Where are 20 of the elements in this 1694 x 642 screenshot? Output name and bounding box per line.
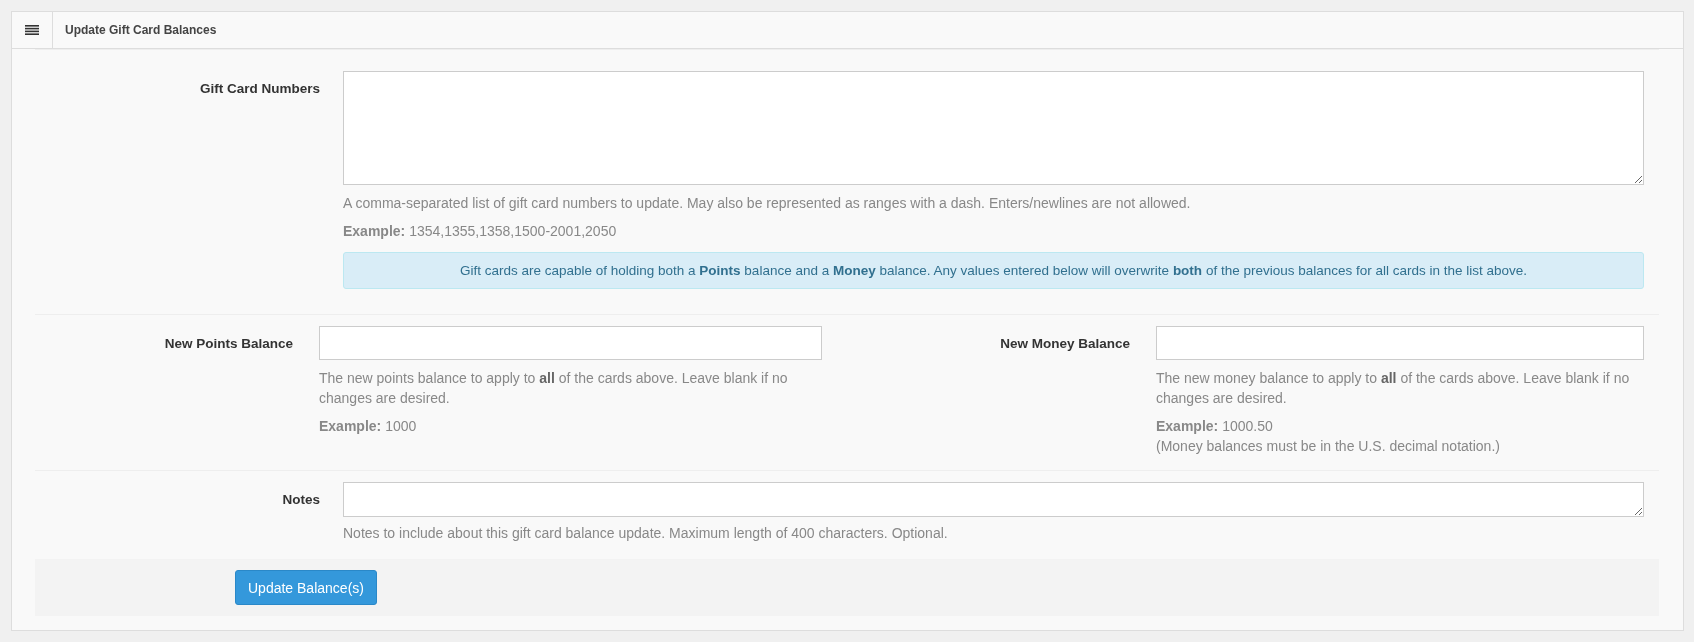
- points-balance-field[interactable]: [319, 326, 822, 360]
- update-balances-button[interactable]: Update Balance(s): [235, 570, 377, 605]
- example-text: Example: 1000: [319, 417, 418, 436]
- help-text: The new points balance to apply to all of the cards above. Leave blank if no changes are desired.: [319, 369, 789, 408]
- example-text: Example: 1000.50: [1156, 417, 1274, 436]
- help-text: A comma-separated list of gift card numbers to update. May also be represented as ranges with a dash. Enters/newlines are not allowed.: [343, 194, 1192, 213]
- example-text: Example: 1354,1355,1358,1500-2001,2050: [343, 222, 618, 241]
- help-text: Notes to include about this gift card balance update. Maximum length of 400 characters. Optional.: [343, 524, 949, 543]
- money-balance-field[interactable]: [1156, 326, 1644, 360]
- field-label: Notes: [282, 492, 320, 507]
- panel-title: Update Gift Card Balances: [64, 23, 217, 37]
- notes-field[interactable]: [343, 482, 1644, 517]
- field-label: New Points Balance: [164, 336, 293, 351]
- gift-card-numbers-field[interactable]: [343, 71, 1644, 185]
- field-label: New Money Balance: [1000, 336, 1130, 351]
- field-label: Gift Card Numbers: [199, 81, 320, 96]
- info-alert: Gift cards are capable of holding both a Points balance and a Money balance. Any values entered below will overwrite both of the previous balances for all cards in the list above.: [343, 252, 1644, 289]
- menu-icon[interactable]: [25, 25, 39, 35]
- note-text: (Money balances must be in the U.S. decimal notation.): [1156, 437, 1501, 456]
- help-text: The new money balance to apply to all of the cards above. Leave blank if no changes are desired.: [1156, 369, 1631, 408]
